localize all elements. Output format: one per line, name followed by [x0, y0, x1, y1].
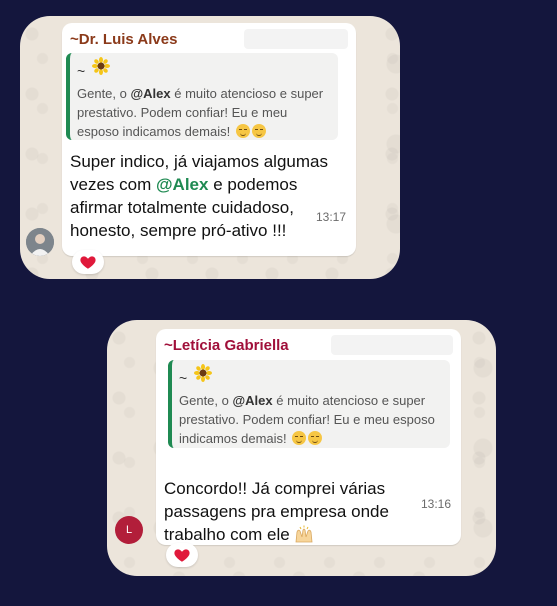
message-card-luis: ~Dr. Luis Alves ~ Gente, o @Alex é muito… [20, 16, 400, 279]
message-text-body: Concordo!! Já comprei várias passagens p… [164, 479, 389, 544]
quoted-message[interactable]: ~ Gente, o @Alex é muito atencioso e sup… [168, 360, 450, 448]
avatar[interactable] [26, 228, 54, 256]
sender-phone-redacted [244, 29, 348, 49]
smile-emoji-icon [235, 124, 250, 138]
heart-icon [174, 549, 190, 562]
heart-icon [80, 256, 96, 269]
smile-emoji-icon [292, 431, 307, 445]
sunflower-icon [92, 57, 110, 75]
quoted-text-start: Gente, o [179, 393, 233, 408]
sunflower-icon [194, 364, 212, 382]
quoted-text: Gente, o @Alex é muito atencioso e super… [179, 391, 444, 448]
sender-name[interactable]: ~Dr. Luis Alves [70, 31, 177, 48]
quoted-mention: @Alex [130, 86, 171, 101]
quoted-author: ~ [179, 370, 188, 386]
mention-link[interactable]: @Alex [156, 175, 209, 194]
quoted-mention: @Alex [232, 393, 273, 408]
avatar[interactable]: L [115, 516, 143, 544]
message-time: 13:17 [315, 210, 346, 224]
sender-phone-redacted [331, 335, 453, 355]
person-photo-icon [26, 228, 54, 256]
sender-name[interactable]: ~Letícia Gabriella [164, 337, 289, 354]
quoted-message[interactable]: ~ Gente, o @Alex é muito atencioso e sup… [66, 53, 338, 140]
message-bubble[interactable]: ~Dr. Luis Alves ~ Gente, o @Alex é muito… [62, 23, 356, 256]
message-time: 13:16 [420, 497, 451, 511]
reaction-pill[interactable] [166, 543, 198, 567]
smile-emoji-icon [308, 431, 323, 445]
message-bubble[interactable]: ~Letícia Gabriella ~ Gente, o @Alex é mu… [156, 329, 461, 545]
message-text: Concordo!! Já comprei várias passagens p… [164, 477, 404, 546]
message-card-leticia: L ~Letícia Gabriella ~ Gente, o @Alex é … [107, 320, 496, 576]
message-text: Super indico, já viajamos algumas vezes … [70, 150, 348, 242]
quoted-author: ~ [77, 63, 86, 79]
raising-hands-icon [295, 525, 313, 543]
quoted-text-start: Gente, o [77, 86, 131, 101]
smile-emoji-icon [251, 124, 266, 138]
quoted-text: Gente, o @Alex é muito atencioso e super… [77, 84, 332, 141]
reaction-pill[interactable] [72, 250, 104, 274]
